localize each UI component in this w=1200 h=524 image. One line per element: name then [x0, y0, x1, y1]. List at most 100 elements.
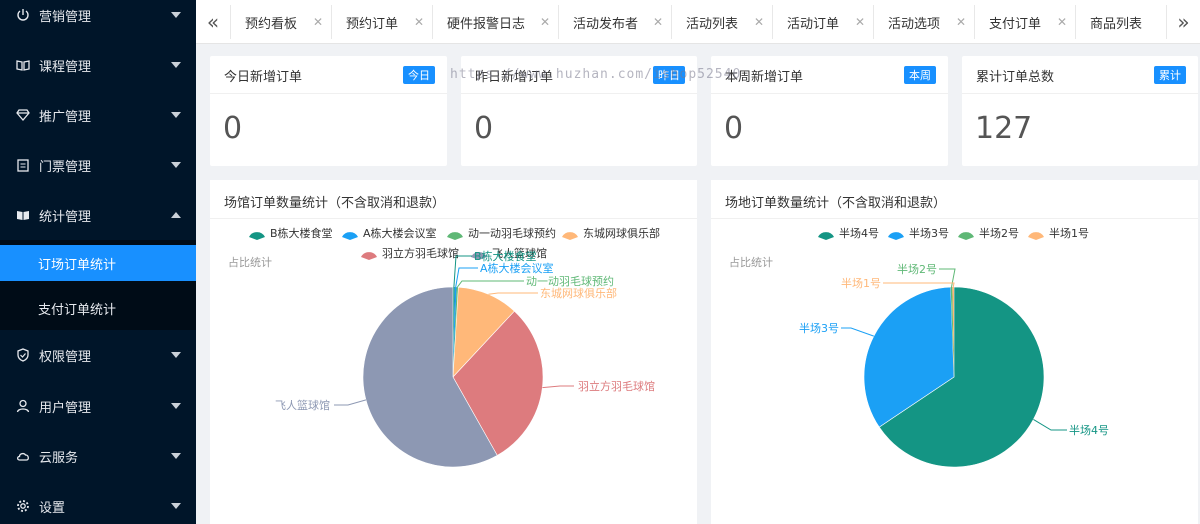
legend-item-0[interactable]: B栋大楼食堂 — [249, 226, 333, 240]
close-icon[interactable]: ✕ — [653, 15, 663, 29]
legend-swatch — [361, 252, 377, 260]
legend-item-0[interactable]: 半场4号 — [818, 226, 879, 240]
cloud-icon — [15, 448, 31, 464]
legend-label: 半场4号 — [839, 226, 879, 240]
legend-swatch — [1028, 232, 1044, 240]
tab-activity-options[interactable]: 活动选项 ✕ — [873, 5, 974, 39]
legend-label: 半场1号 — [1049, 226, 1089, 240]
stat-value: 0 — [223, 111, 243, 146]
sidebar-subitem-venue-orders[interactable]: 订场订单统计 — [0, 245, 196, 281]
label-leader-line — [883, 282, 955, 288]
legend-swatch — [958, 232, 974, 240]
sidebar-item-cloud[interactable]: 云服务 — [0, 436, 196, 476]
legend-swatch — [249, 232, 265, 240]
tab-booking-orders[interactable]: 预约订单 ✕ — [331, 5, 432, 39]
close-icon[interactable]: ✕ — [313, 15, 323, 29]
close-icon[interactable]: ✕ — [855, 15, 865, 29]
pie-label-5: 飞人篮球馆 — [275, 398, 330, 412]
sidebar-item-statistics[interactable]: 统计管理 — [0, 195, 196, 235]
legend-item-2[interactable]: 半场2号 — [958, 226, 1019, 240]
sidebar-item-label: 云服务 — [39, 450, 79, 466]
label-leader-line — [841, 327, 874, 337]
legend-label: B栋大楼食堂 — [270, 226, 333, 240]
sidebar-item-label: 设置 — [39, 500, 66, 516]
sidebar-subitem-label: 订场订单统计 — [38, 257, 117, 273]
venue-orders-pie-chart: 占比统计B栋大楼食堂 A栋大楼会议室 动一动羽毛球预约 东城网球俱乐部羽立方羽毛球馆飞… — [228, 226, 660, 468]
tabs-scroll-right-icon[interactable]: » — [1166, 5, 1200, 39]
label-leader-line — [1033, 418, 1067, 431]
sidebar: 营销管理 课程管理 推广管理 门票管理 统计管理 订场订单统计 支付订单统计 权… — [0, 0, 196, 524]
legend-item-1[interactable]: 半场3号 — [888, 226, 949, 240]
sidebar-item-label: 统计管理 — [39, 209, 92, 225]
tab-hardware-alarm-log[interactable]: 硬件报警日志 ✕ — [432, 5, 558, 39]
chevron-down-icon — [171, 112, 181, 118]
pie-label-0: 半场4号 — [1069, 423, 1109, 437]
close-icon[interactable]: ✕ — [754, 15, 764, 29]
sidebar-item-label: 营销管理 — [39, 9, 92, 25]
tab-activity-publishers[interactable]: 活动发布者 ✕ — [558, 5, 671, 39]
sidebar-item-label: 推广管理 — [39, 109, 92, 125]
stat-badge: 今日 — [403, 66, 435, 84]
sidebar-item-users[interactable]: 用户管理 — [0, 386, 196, 426]
label-leader-line — [488, 292, 538, 295]
clipboard-icon — [15, 157, 31, 173]
legend-label: 东城网球俱乐部 — [583, 226, 660, 240]
sidebar-item-label: 课程管理 — [39, 59, 92, 75]
sidebar-item-tickets[interactable]: 门票管理 — [0, 145, 196, 185]
stat-title: 今日新增订单 — [224, 70, 303, 85]
legend-item-2[interactable]: 动一动羽毛球预约 — [447, 226, 556, 240]
pie-label-1: 半场3号 — [799, 321, 839, 335]
close-icon[interactable]: ✕ — [414, 15, 424, 29]
close-icon[interactable]: ✕ — [956, 15, 966, 29]
tab-label: 硬件报警日志 — [447, 16, 526, 32]
chart-subtitle: 占比统计 — [729, 255, 773, 269]
stat-card-today: 今日新增订单 今日 0 — [210, 56, 447, 166]
tabs-scroll-left-icon[interactable]: « — [196, 5, 230, 39]
sidebar-item-courses[interactable]: 课程管理 — [0, 45, 196, 85]
venue-orders-chart-panel: 场馆订单数量统计（不含取消和退款） 占比统计 B栋大楼食堂 A栋大楼会议室 动一动羽毛… — [210, 180, 697, 524]
legend-item-3[interactable]: 半场1号 — [1028, 226, 1089, 240]
tab-label: 活动选项 — [888, 16, 941, 32]
pie-label-0: B栋大楼食堂 — [474, 249, 537, 263]
chart-subtitle: 占比统计 — [228, 255, 272, 269]
close-icon[interactable]: ✕ — [540, 15, 550, 29]
statistics-submenu: 订场订单统计 支付订单统计 — [0, 240, 196, 330]
sidebar-item-promotion[interactable]: 推广管理 — [0, 95, 196, 135]
sidebar-item-settings[interactable]: 设置 — [0, 486, 196, 524]
sidebar-item-label: 权限管理 — [39, 349, 92, 365]
watermark: https://www.huzhan.com/ishop52540 — [450, 67, 742, 82]
divider — [711, 93, 948, 94]
stat-badge: 累计 — [1154, 66, 1186, 84]
court-orders-pie-chart: 占比统计半场4号 半场3号 半场2号 半场1号半场4号半场3号半场2号半场1号 — [729, 226, 1109, 468]
label-leader-line — [457, 280, 524, 288]
gear-icon — [15, 498, 31, 514]
tab-label: 活动发布者 — [573, 16, 639, 32]
legend-item-3[interactable]: 东城网球俱乐部 — [562, 226, 660, 240]
legend-item-1[interactable]: A栋大楼会议室 — [342, 226, 437, 240]
legend-item-4[interactable]: 羽立方羽毛球馆 — [361, 246, 459, 260]
stat-badge: 本周 — [904, 66, 936, 84]
chevron-up-icon — [171, 212, 181, 218]
chevron-down-icon — [171, 12, 181, 18]
legend-label: 动一动羽毛球预约 — [468, 226, 556, 240]
tab-booking-board[interactable]: 预约看板 ✕ — [230, 5, 331, 39]
stat-title: 累计订单总数 — [976, 70, 1055, 85]
pie-label-1: A栋大楼会议室 — [480, 261, 554, 275]
legend-label: 半场3号 — [909, 226, 949, 240]
close-icon[interactable]: ✕ — [1057, 15, 1067, 29]
divider — [210, 93, 447, 94]
sidebar-item-marketing[interactable]: 营销管理 — [0, 0, 196, 35]
tab-payment-orders[interactable]: 支付订单 ✕ — [974, 5, 1075, 39]
tab-activity-orders[interactable]: 活动订单 ✕ — [772, 5, 873, 39]
court-orders-chart-panel: 场地订单数量统计（不含取消和退款） 占比统计 半场4号 半场3号 半场2号 半场1号 半场… — [711, 180, 1198, 524]
tab-product-list[interactable]: 商品列表 — [1075, 5, 1166, 39]
sidebar-subitem-payment-orders[interactable]: 支付订单统计 — [0, 290, 196, 326]
tab-label: 支付订单 — [989, 16, 1042, 32]
chevron-down-icon — [171, 403, 181, 409]
sidebar-item-permissions[interactable]: 权限管理 — [0, 335, 196, 375]
tabs-bar: « 预约看板 ✕ 预约订单 ✕ 硬件报警日志 ✕ 活动发布者 ✕ 活动列表 ✕ 活动订单 ✕… — [196, 0, 1200, 44]
tab-activity-list[interactable]: 活动列表 ✕ — [671, 5, 772, 39]
legend-swatch — [888, 232, 904, 240]
pie-label-2: 半场2号 — [897, 262, 937, 276]
tab-label: 商品列表 — [1090, 16, 1143, 32]
